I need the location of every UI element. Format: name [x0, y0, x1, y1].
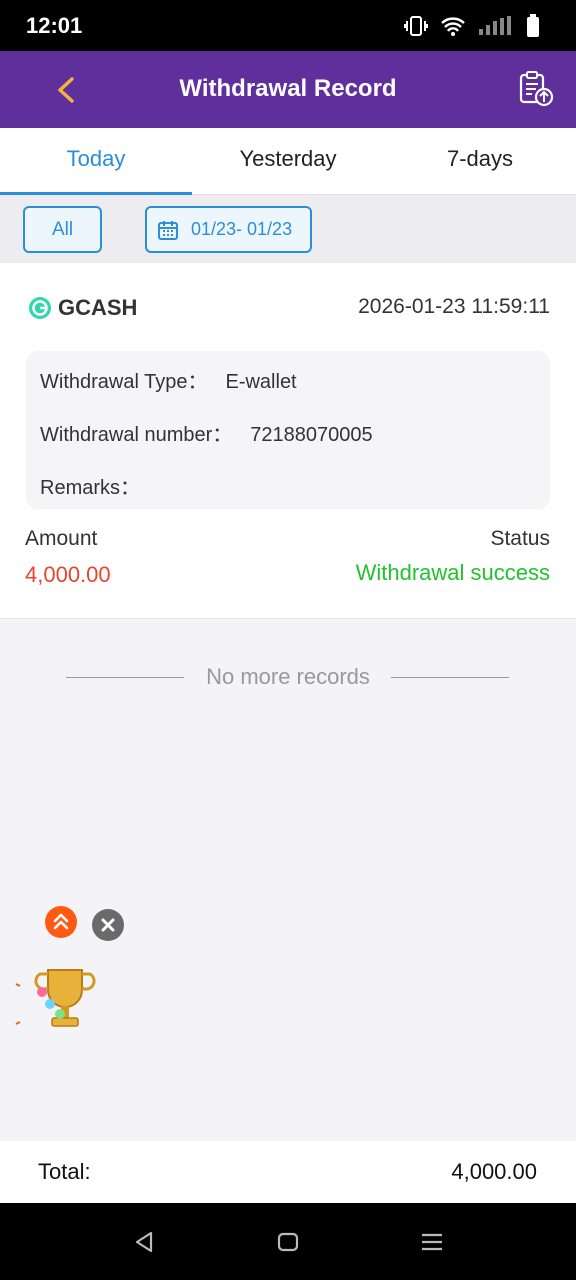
- no-more-records: No more records: [0, 660, 576, 694]
- total-label: Total:: [38, 1159, 91, 1184]
- withdrawal-type-value: E-wallet: [225, 371, 297, 393]
- date-range-button[interactable]: 01/23- 01/23: [145, 206, 312, 253]
- total-bar: Total: 4,000.00: [0, 1141, 576, 1203]
- close-widget-button[interactable]: [92, 909, 124, 941]
- clipboard-upload-icon[interactable]: [518, 71, 554, 107]
- total-value: 4,000.00: [451, 1159, 537, 1184]
- vibrate-icon: [404, 16, 428, 36]
- status-icons: [404, 14, 540, 38]
- withdrawal-type-label: Withdrawal Type：: [40, 371, 208, 393]
- amount-value: 4,000.00: [25, 562, 111, 587]
- payment-method: GCASH: [28, 295, 137, 321]
- system-navigation-bar: [0, 1203, 576, 1280]
- status-bar: 12:01: [0, 0, 576, 51]
- payment-method-name: GCASH: [58, 295, 138, 320]
- page-title: Withdrawal Record: [179, 75, 397, 102]
- status-label: Status: [490, 527, 550, 550]
- withdrawal-type-row: Withdrawal Type： E-wallet: [40, 365, 297, 394]
- filter-bar: All 01/23- 01/23: [0, 195, 576, 263]
- nav-back-icon[interactable]: [131, 1229, 157, 1255]
- battery-icon: [527, 14, 539, 37]
- tab-7-days[interactable]: 7-days: [384, 128, 576, 194]
- tab-today[interactable]: Today: [0, 128, 192, 195]
- withdrawal-number-value: 72188070005: [250, 424, 373, 446]
- status-time: 12:01: [26, 13, 83, 38]
- withdrawal-number-row: Withdrawal number： 72188070005: [40, 418, 373, 447]
- gcash-logo-icon: [29, 297, 51, 319]
- withdrawal-number-label: Withdrawal number：: [40, 424, 233, 446]
- divider-left: [66, 677, 184, 678]
- divider-right: [391, 677, 509, 678]
- close-icon: [101, 918, 115, 932]
- remarks-label: Remarks：: [40, 477, 141, 499]
- double-chevron-up-icon: [53, 913, 69, 930]
- all-filter-button[interactable]: All: [23, 206, 102, 253]
- header: Withdrawal Record: [0, 51, 576, 128]
- tab-yesterday[interactable]: Yesterday: [192, 128, 384, 194]
- calendar-icon: [158, 221, 178, 240]
- status-value: Withdrawal success: [355, 560, 550, 585]
- scroll-to-top-button[interactable]: [45, 906, 77, 938]
- no-more-records-text: No more records: [206, 664, 370, 689]
- date-range-label: 01/23- 01/23: [191, 219, 293, 239]
- record-datetime: 2026-01-23 11:59:11: [358, 295, 550, 318]
- wifi-icon: [441, 17, 465, 36]
- date-tabs: Today Yesterday 7-days: [0, 128, 576, 195]
- record-details: Withdrawal Type： E-wallet Withdrawal numb…: [26, 351, 550, 509]
- remarks-row: Remarks：: [40, 471, 158, 500]
- withdrawal-record-card[interactable]: GCASH 2026-01-23 11:59:11 Withdrawal Typ…: [0, 263, 576, 619]
- amount-label: Amount: [25, 527, 98, 550]
- nav-menu-icon[interactable]: [419, 1229, 445, 1255]
- signal-icon: [479, 16, 511, 35]
- nav-home-icon[interactable]: [275, 1229, 301, 1255]
- trophy-icon[interactable]: [14, 962, 104, 1040]
